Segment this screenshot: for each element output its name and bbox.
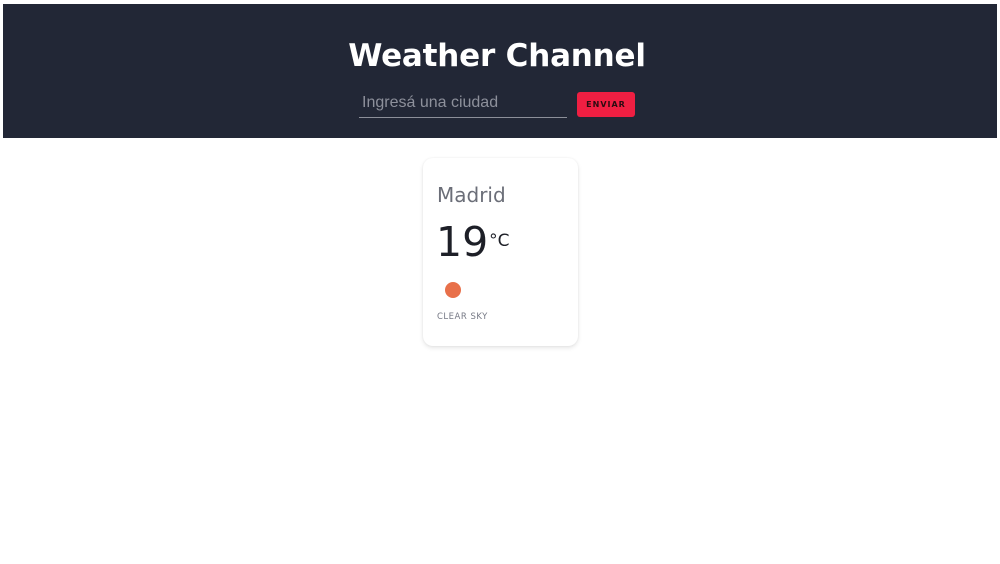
page-title: Weather Channel: [348, 38, 646, 74]
weather-card: Madrid 19 °C CLEAR SKY: [423, 158, 578, 346]
send-button[interactable]: ENVIAR: [577, 92, 635, 117]
sun-icon: [445, 282, 461, 298]
city-name: Madrid: [437, 183, 506, 207]
temperature-display: 19 °C: [436, 220, 510, 264]
temperature-unit: °C: [489, 231, 510, 251]
page: Weather Channel ENVIAR Madrid 19 °C CLEA…: [0, 0, 1000, 564]
weather-description: CLEAR SKY: [437, 312, 488, 322]
city-search-input[interactable]: [359, 88, 567, 118]
temperature-value: 19: [436, 218, 489, 266]
